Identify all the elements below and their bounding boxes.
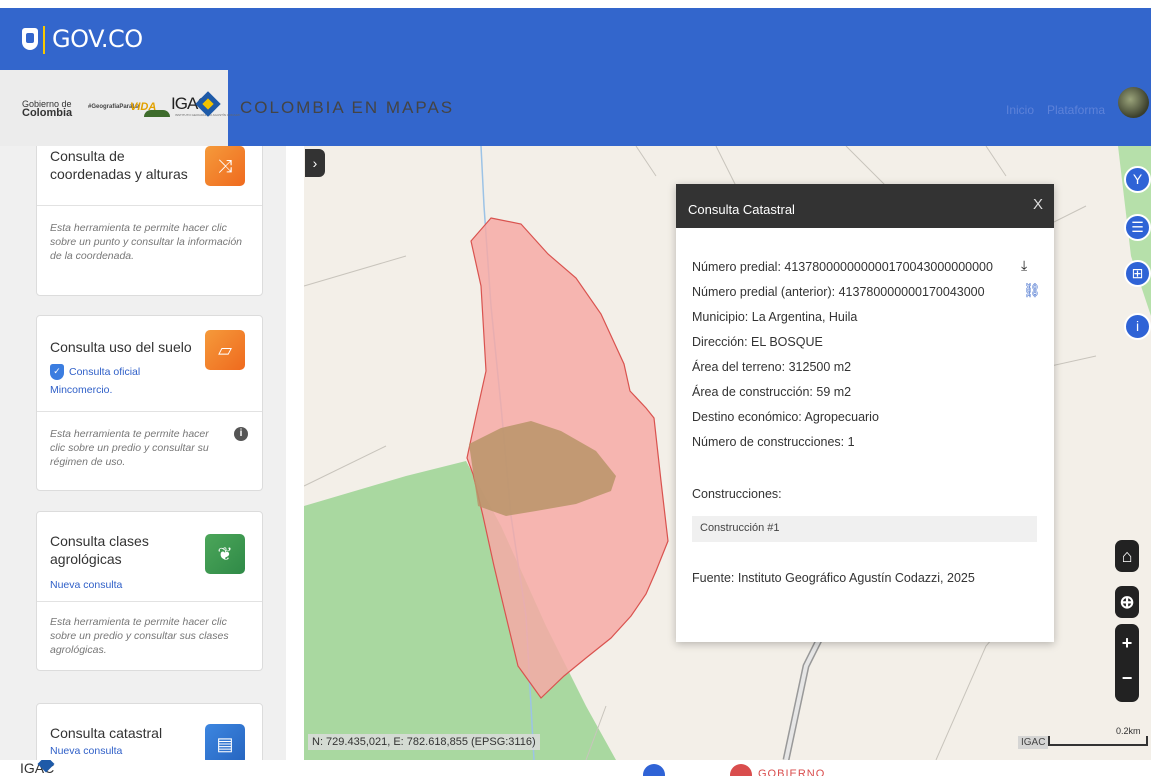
parcel-icon: ▱: [205, 330, 245, 370]
nueva-consulta-link[interactable]: Nueva consulta: [50, 745, 122, 757]
verified-badge-icon: ✓: [50, 364, 64, 380]
construction-item[interactable]: Construcción #1: [692, 516, 1037, 542]
field-direccion: Dirección: EL BOSQUE: [692, 335, 823, 349]
popup-header: Consulta Catastral: [676, 184, 1054, 228]
field-destino-economico: Destino económico: Agropecuario: [692, 410, 879, 424]
tool-card-coordenadas[interactable]: Consulta de coordenadas y alturas ⤨ Esta…: [36, 146, 263, 296]
info-button[interactable]: i: [1124, 313, 1151, 340]
landscape-icon: [144, 110, 170, 117]
card-title: Consulta clases agrológicas: [50, 533, 149, 567]
tool-card-clases-agrologicas[interactable]: Consulta clases agrológicas ❦ Nueva cons…: [36, 511, 263, 671]
footer-gobierno-text: GOBIERNO: [758, 768, 826, 776]
tools-button[interactable]: Y: [1124, 166, 1151, 193]
footer-red-logo-icon: [730, 764, 752, 776]
footer-strip: IGAC GOBIERNO: [0, 760, 1151, 776]
cadastre-icon: ▤: [205, 724, 245, 760]
nueva-consulta-link[interactable]: Nueva consulta: [50, 579, 122, 591]
govco-separator: [43, 26, 45, 54]
gobierno-logo[interactable]: Gobierno de Colombia: [22, 100, 73, 119]
info-icon[interactable]: i: [234, 427, 248, 441]
card-description: Esta herramienta te permite hacer clic s…: [50, 222, 243, 262]
field-numero-construcciones: Número de construcciones: 1: [692, 435, 855, 449]
logos-area: Gobierno de Colombia #GeografíaParaLa VI…: [0, 70, 240, 146]
map-left-gap: [286, 146, 304, 760]
link-icon[interactable]: ⛓: [1023, 282, 1041, 299]
scale-bar: [1048, 736, 1148, 746]
close-button[interactable]: X: [1033, 196, 1043, 213]
consulta-oficial-label: Consulta oficial: [69, 366, 141, 378]
wrench-icon: Y: [1132, 171, 1143, 187]
download-icon[interactable]: ⤓: [1021, 257, 1027, 274]
zoom-in-button[interactable]: +: [1115, 624, 1139, 663]
layers-icon: ☰: [1131, 219, 1144, 235]
map-icon: ⊞: [1131, 265, 1144, 281]
user-avatar[interactable]: [1118, 87, 1149, 118]
coordinates-readout: N: 729.435,021, E: 782.618,855 (EPSG:311…: [308, 734, 540, 750]
nav-plataforma[interactable]: Plataforma: [1047, 103, 1105, 117]
field-numero-predial-anterior: Número predial (anterior): 4137800000001…: [692, 285, 985, 299]
card-description: Esta herramienta te permite hacer clic s…: [50, 616, 229, 656]
card-description: Esta herramienta te permite hacer clic s…: [50, 428, 209, 468]
home-icon: ⌂: [1121, 546, 1133, 566]
zoom-out-button[interactable]: −: [1115, 663, 1139, 702]
card-divider: [37, 601, 262, 602]
info-icon: i: [1135, 318, 1140, 334]
home-button[interactable]: ⌂: [1115, 540, 1139, 572]
card-title: Consulta uso del suelo: [50, 339, 192, 355]
scale-label: 0.2km: [1116, 726, 1141, 736]
layers-button[interactable]: ☰: [1124, 214, 1151, 241]
plant-icon: ❦: [205, 534, 245, 574]
crosshair-icon: ⊕: [1119, 592, 1135, 612]
constructions-label: Construcciones:: [692, 487, 782, 501]
zoom-control: + −: [1115, 624, 1139, 702]
tool-card-catastral[interactable]: Consulta catastral ▤ Nueva consulta: [36, 703, 263, 760]
field-municipio: Municipio: La Argentina, Huila: [692, 310, 858, 324]
cadastral-popup: Consulta Catastral X Número predial: 413…: [676, 184, 1054, 642]
card-title: Consulta de coordenadas y alturas: [50, 148, 188, 182]
card-title: Consulta catastral: [50, 725, 163, 741]
colombia-shield-icon: [22, 28, 38, 50]
govco-bar: GOV.CO: [0, 0, 1151, 70]
popup-title: Consulta Catastral: [688, 202, 795, 217]
basemap-button[interactable]: ⊞: [1124, 260, 1151, 287]
footer-blue-logo-icon: [643, 764, 665, 776]
source-text: Fuente: Instituto Geográfico Agustín Cod…: [692, 571, 975, 585]
site-header: Gobierno de Colombia #GeografíaParaLa VI…: [0, 70, 1151, 146]
card-divider: [37, 411, 262, 412]
field-area-terreno: Área del terreno: 312500 m2: [692, 360, 852, 374]
tools-sidebar[interactable]: Consulta de coordenadas y alturas ⤨ Esta…: [0, 146, 286, 760]
gobierno-logo-line2: Colombia: [22, 107, 73, 119]
locate-button[interactable]: ⊕: [1115, 586, 1139, 618]
geografia-vida-logo: #GeografíaParaLa VIDA: [88, 101, 170, 117]
govco-link[interactable]: GOV.CO: [52, 25, 143, 53]
field-area-construccion: Área de construcción: 59 m2: [692, 385, 852, 399]
mincomercio-link[interactable]: Mincomercio.: [50, 384, 112, 396]
card-divider: [37, 205, 262, 206]
nav-inicio[interactable]: Inicio: [1006, 103, 1034, 117]
map-attribution: IGAC: [1018, 736, 1049, 749]
page-title: COLOMBIA EN MAPAS: [240, 98, 455, 117]
field-numero-predial: Número predial: 413780000000000170043000…: [692, 260, 993, 274]
expand-panel-button[interactable]: ›: [305, 149, 325, 177]
arrows-icon: ⤨: [205, 146, 245, 186]
tool-card-uso-suelo[interactable]: Consulta uso del suelo ▱ ✓ Consulta ofic…: [36, 315, 263, 491]
